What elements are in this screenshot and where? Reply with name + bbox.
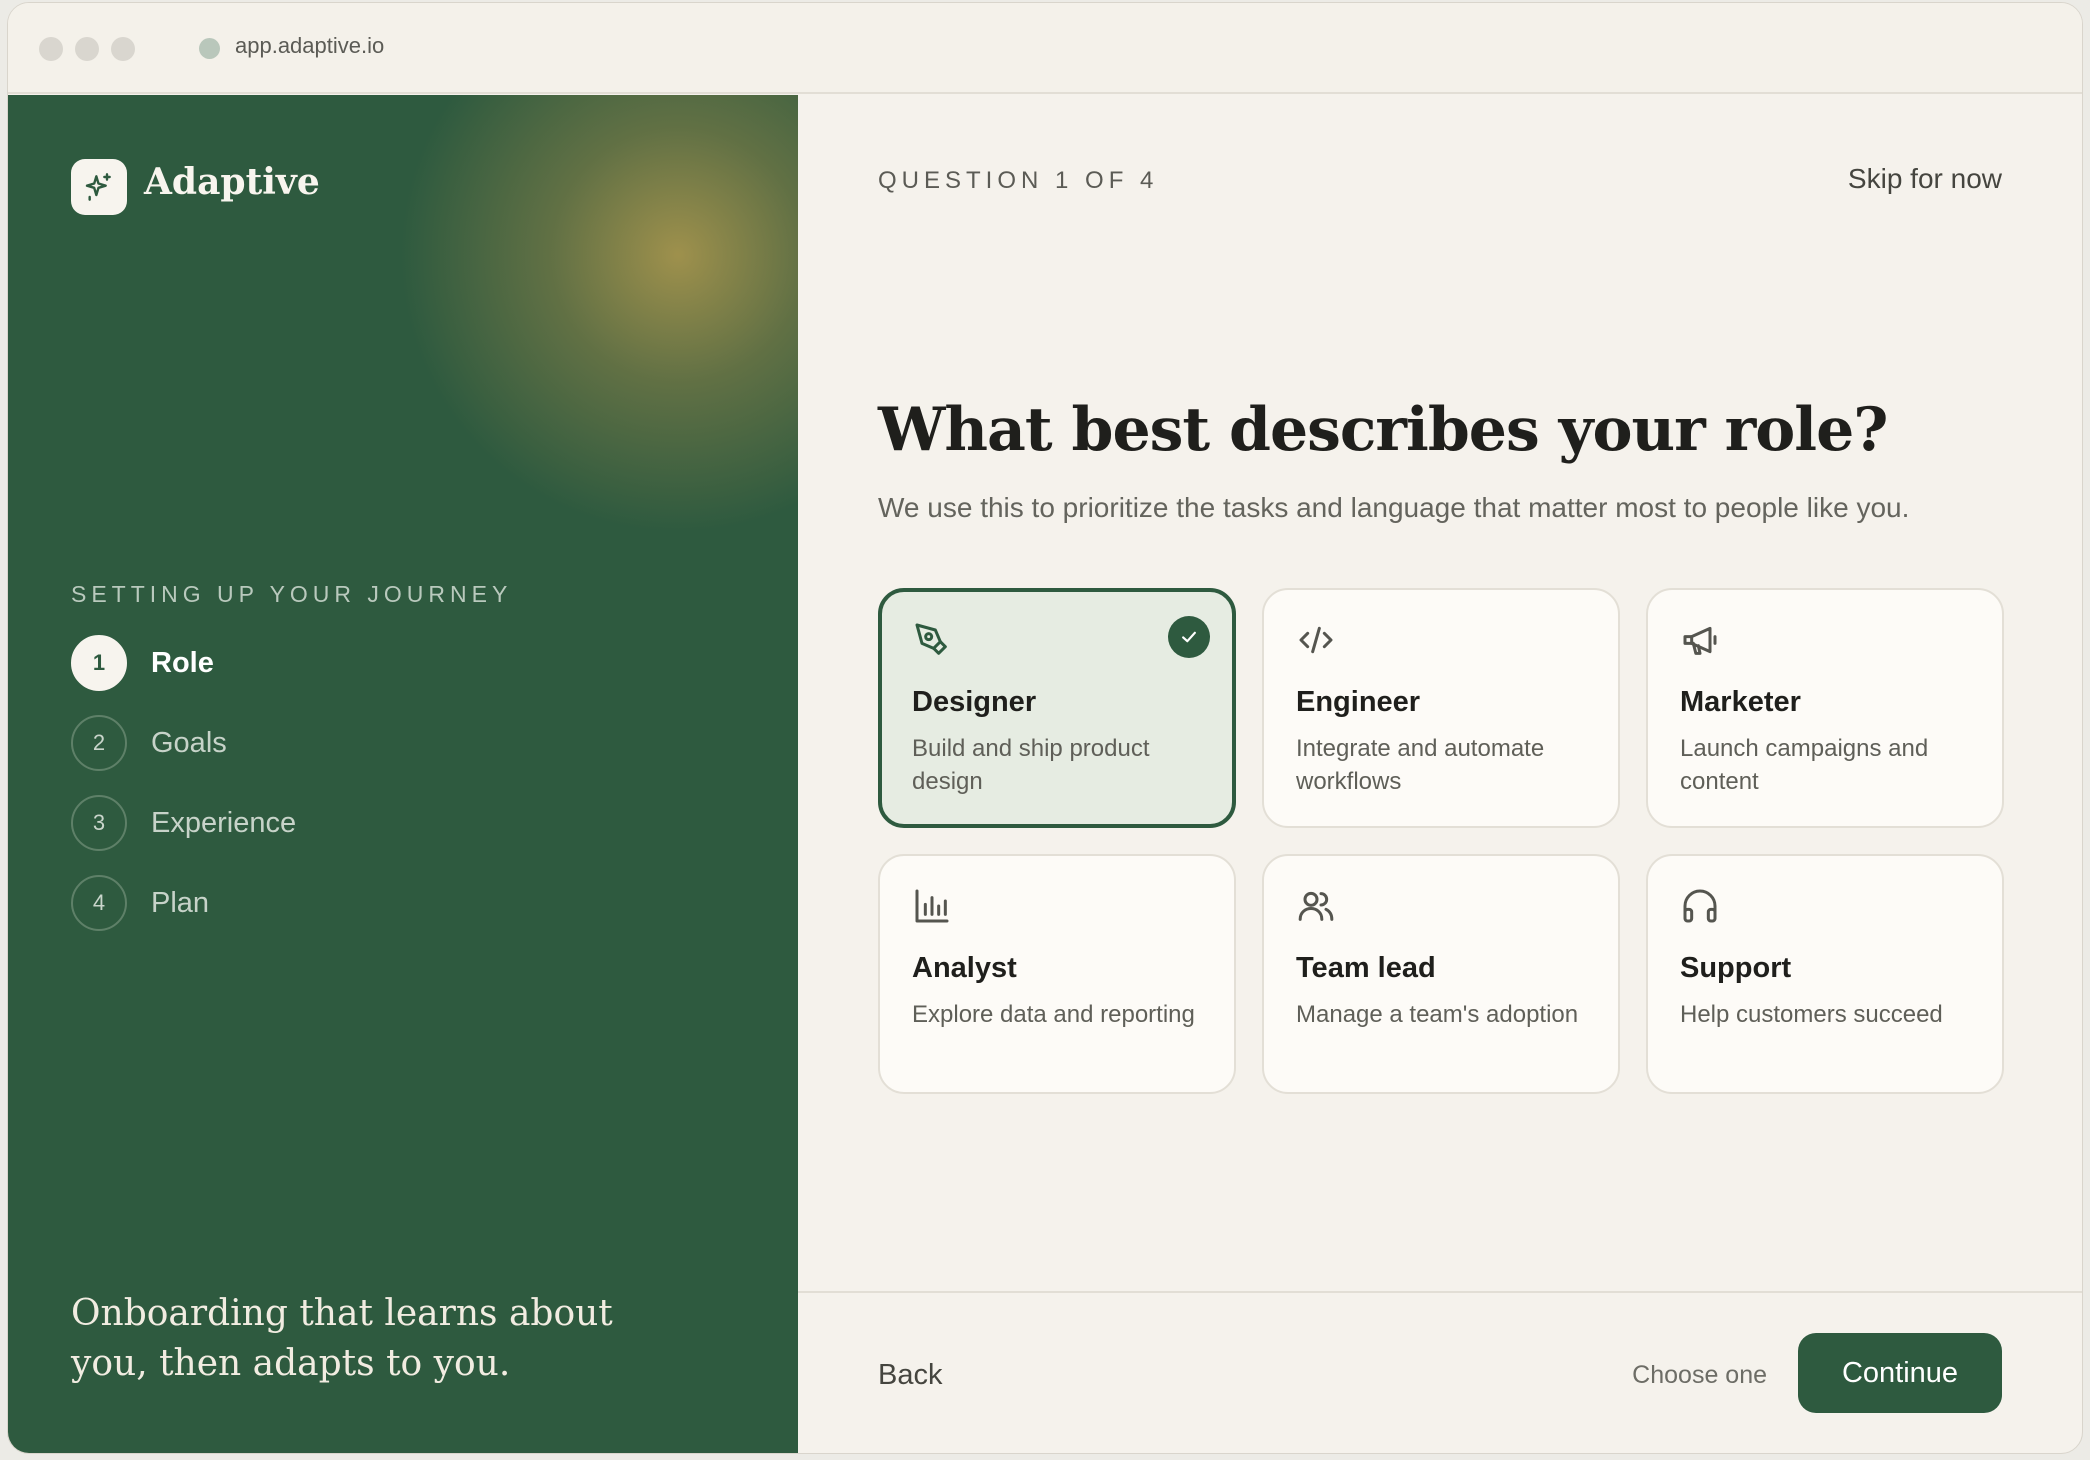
- site-status-icon: [199, 38, 220, 59]
- step-number: 1: [71, 635, 127, 691]
- back-button[interactable]: Back: [878, 1359, 942, 1392]
- role-description: Manage a team's adoption: [1296, 1001, 1579, 1028]
- users-icon: [1298, 891, 1334, 921]
- role-title: Support: [1680, 952, 1792, 984]
- step-number: 4: [71, 875, 127, 931]
- decorative-glow: [398, 95, 798, 535]
- role-card-team-lead[interactable]: Team lead Manage a team's adoption: [1262, 854, 1620, 1094]
- role-title: Engineer: [1296, 686, 1421, 718]
- role-description: Explore data and reporting: [912, 1001, 1195, 1028]
- step-label: Role: [151, 647, 214, 679]
- bar-chart-icon: [915, 889, 949, 923]
- footer-bar: Back Choose one Continue: [798, 1291, 2082, 1453]
- logo: [71, 159, 127, 215]
- selection-hint: Choose one: [1632, 1361, 1767, 1389]
- role-card-designer[interactable]: Designer Build and ship product design: [878, 588, 1236, 828]
- role-card-engineer[interactable]: Engineer Integrate and automate workflow…: [1262, 588, 1620, 828]
- step-role: 1 Role: [71, 635, 571, 691]
- brand-name: Adaptive: [144, 161, 320, 203]
- sidebar: Adaptive SETTING UP YOUR JOURNEY 1 Role …: [8, 95, 798, 1453]
- skip-link[interactable]: Skip for now: [1848, 163, 2002, 195]
- role-title: Analyst: [912, 952, 1017, 984]
- role-description: Launch campaigns and content: [1680, 735, 1929, 795]
- headphones-icon: [1683, 889, 1717, 923]
- check-icon: [1168, 616, 1210, 658]
- address-bar[interactable]: app.adaptive.io: [235, 33, 384, 59]
- browser-titlebar: app.adaptive.io: [8, 3, 2082, 94]
- question-subtitle: We use this to prioritize the tasks and …: [878, 492, 1910, 523]
- step-goals: 2 Goals: [71, 715, 571, 771]
- question-title: What best describes your role?: [878, 395, 1888, 465]
- sparkle-icon: [85, 173, 111, 201]
- role-card-marketer[interactable]: Marketer Launch campaigns and content: [1646, 588, 2004, 828]
- role-description: Build and ship product design: [912, 735, 1150, 795]
- main-panel: QUESTION 1 OF 4 Skip for now What best d…: [798, 95, 2082, 1453]
- pen-tool-icon: [915, 623, 947, 655]
- step-number: 2: [71, 715, 127, 771]
- step-label: Goals: [151, 727, 227, 759]
- continue-button[interactable]: Continue: [1798, 1333, 2002, 1413]
- step-label: Experience: [151, 807, 297, 839]
- browser-window: app.adaptive.io Adaptive SETTING UP YOUR…: [7, 2, 2083, 1454]
- step-number: 3: [71, 795, 127, 851]
- role-title: Marketer: [1680, 686, 1801, 718]
- role-description: Integrate and automate workflows: [1296, 735, 1545, 795]
- code-icon: [1299, 626, 1333, 654]
- step-label: Plan: [151, 887, 210, 919]
- role-card-analyst[interactable]: Analyst Explore data and reporting: [878, 854, 1236, 1094]
- role-description: Help customers succeed: [1680, 1001, 1943, 1028]
- tagline: Onboarding that learns about you, then a…: [71, 1293, 613, 1384]
- role-card-support[interactable]: Support Help customers succeed: [1646, 854, 2004, 1094]
- window-close-button[interactable]: [39, 37, 63, 61]
- megaphone-icon: [1683, 626, 1717, 655]
- window-minimize-button[interactable]: [75, 37, 99, 61]
- question-counter: QUESTION 1 OF 4: [878, 167, 1159, 194]
- journey-section-label: SETTING UP YOUR JOURNEY: [71, 581, 513, 607]
- window-maximize-button[interactable]: [111, 37, 135, 61]
- step-plan: 4 Plan: [71, 875, 571, 931]
- step-experience: 3 Experience: [71, 795, 571, 851]
- role-title: Team lead: [1296, 952, 1436, 984]
- role-title: Designer: [912, 686, 1037, 718]
